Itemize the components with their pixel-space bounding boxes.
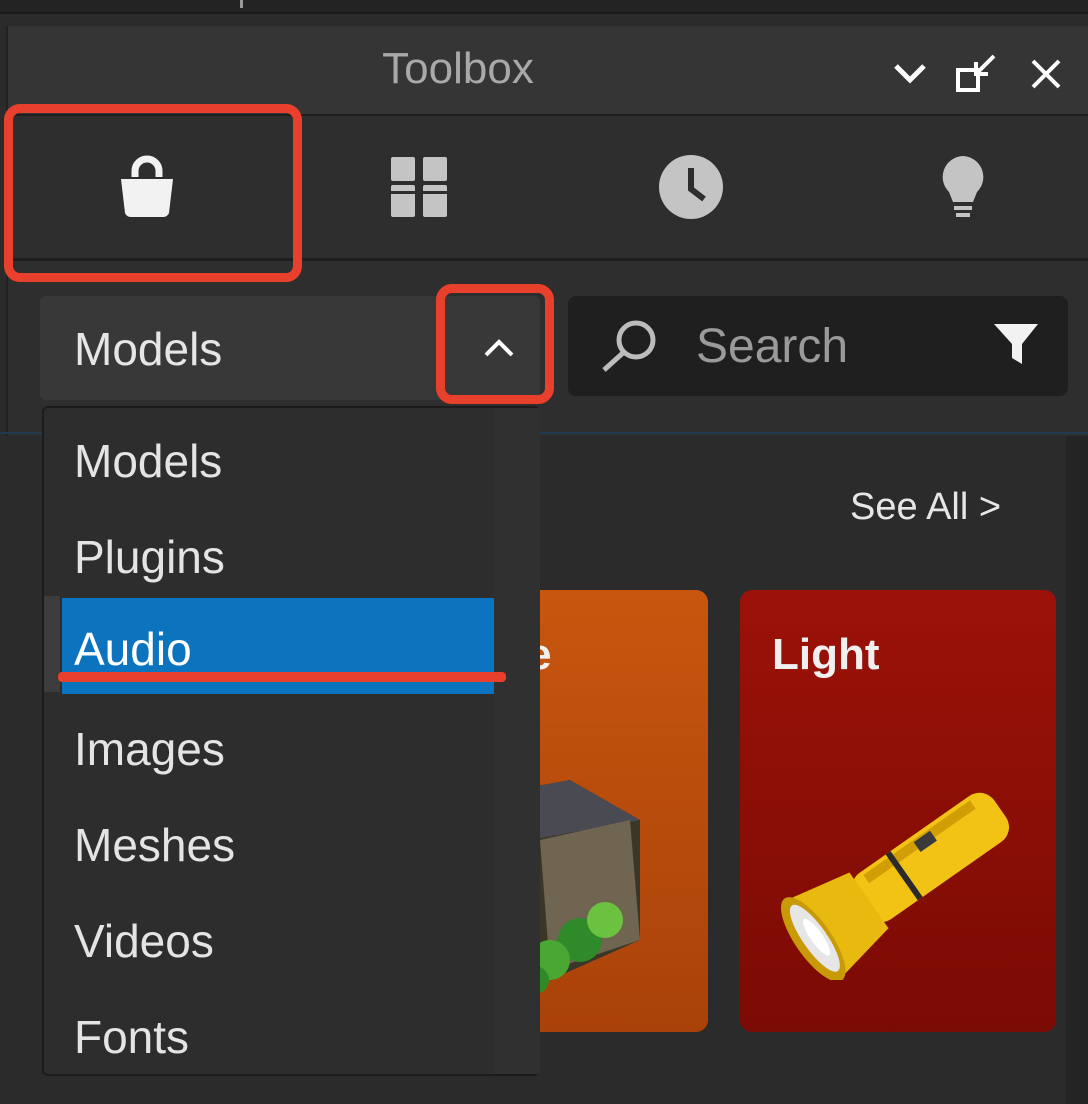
tab-recent[interactable] [556, 116, 826, 258]
search-input[interactable] [696, 318, 976, 374]
category-dropdown[interactable]: Models [40, 296, 540, 400]
menu-item-label: Videos [74, 915, 214, 967]
dropdown-toggle[interactable] [458, 296, 540, 400]
collapse-button[interactable] [888, 52, 932, 96]
title-bar: Toolbox [8, 26, 1088, 116]
see-all-link[interactable]: See All > [850, 486, 1001, 529]
search-icon [602, 320, 656, 372]
menu-item-videos[interactable]: Videos [44, 890, 494, 986]
category-menu: Models Plugins Audio Images Meshes Video… [42, 406, 540, 1076]
tab-inventory[interactable] [284, 116, 554, 258]
toolbox-tabs [8, 116, 1088, 261]
menu-item-label: Fonts [74, 1011, 190, 1063]
menu-scrollbar[interactable] [494, 408, 540, 1074]
flashlight-image [781, 792, 1010, 980]
search-box[interactable] [568, 296, 1068, 396]
close-button[interactable] [1024, 52, 1068, 96]
tab-creations[interactable] [828, 116, 1088, 258]
annotation-underline-audio [58, 672, 506, 682]
dock-button[interactable] [954, 52, 998, 96]
grid-icon [391, 157, 447, 217]
menu-item-fonts[interactable]: Fonts [44, 986, 494, 1082]
close-icon [1031, 59, 1061, 89]
category-card-light[interactable]: Light [740, 590, 1056, 1032]
category-selected: Models [74, 323, 223, 375]
card-title: Light [772, 630, 880, 679]
menu-item-label: Plugins [74, 531, 225, 583]
shopping-bag-icon [121, 155, 173, 218]
chevron-up-icon [484, 339, 514, 357]
clock-icon [659, 155, 723, 219]
tab-marketplace[interactable] [12, 116, 282, 258]
menu-item-label: Models [74, 435, 223, 487]
menu-item-label: Images [74, 723, 225, 775]
menu-item-label: Audio [74, 623, 192, 675]
chevron-down-icon [894, 64, 926, 84]
menu-item-meshes[interactable]: Meshes [44, 794, 494, 890]
menu-item-plugins[interactable]: Plugins [44, 506, 494, 602]
lightbulb-icon [942, 156, 984, 217]
window-title: Toolbox [382, 44, 534, 93]
menu-item-models[interactable]: Models [44, 410, 494, 506]
menu-item-images[interactable]: Images [44, 698, 494, 794]
menu-item-label: Meshes [74, 819, 236, 871]
top-strip-marker [240, 0, 243, 8]
undock-icon [956, 54, 996, 92]
top-strip [0, 0, 1088, 14]
filter-icon[interactable] [992, 320, 1040, 368]
content-scrollbar[interactable] [1066, 436, 1088, 1104]
